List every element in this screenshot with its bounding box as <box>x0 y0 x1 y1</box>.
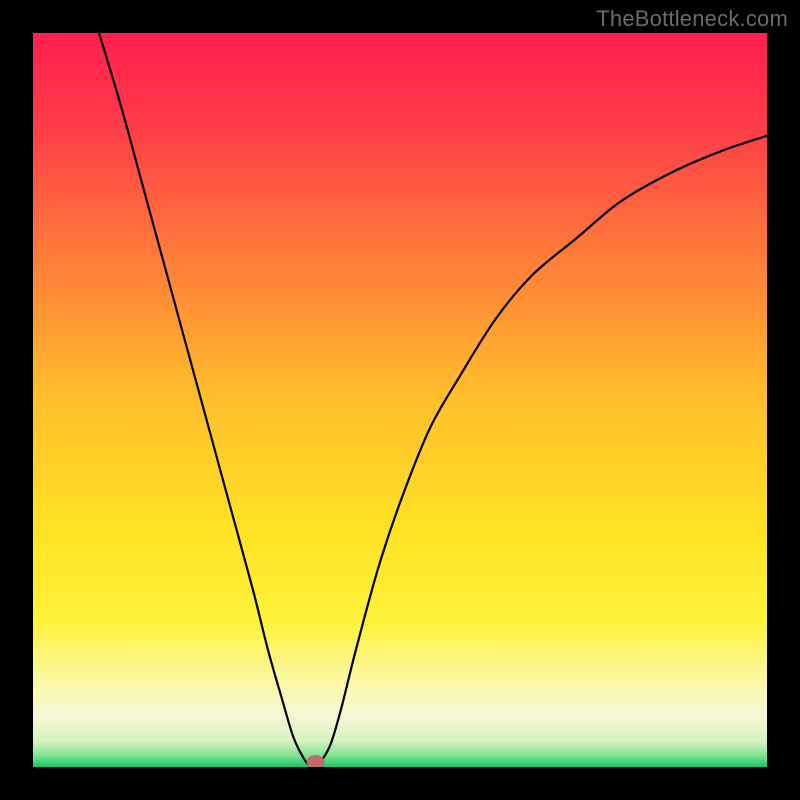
chart-frame: TheBottleneck.com <box>0 0 800 800</box>
watermark-text: TheBottleneck.com <box>596 6 788 32</box>
plot-area <box>33 33 767 767</box>
gradient-background <box>33 33 767 767</box>
chart-svg <box>33 33 767 767</box>
